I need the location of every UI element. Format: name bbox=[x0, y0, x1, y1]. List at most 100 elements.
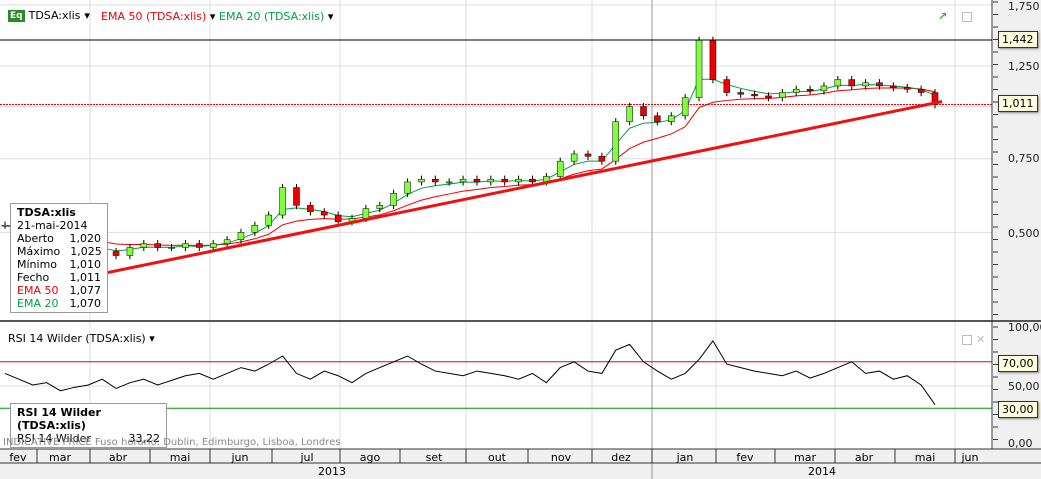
tooltip-row: Máximo 1,025 bbox=[17, 245, 102, 258]
candle-body bbox=[307, 205, 314, 213]
candle-body bbox=[334, 214, 342, 223]
trend-icon[interactable]: ↗ bbox=[938, 10, 947, 23]
candle-body bbox=[792, 88, 800, 93]
candle-body bbox=[723, 79, 731, 93]
candle-body bbox=[681, 97, 689, 117]
candle-body bbox=[876, 82, 883, 87]
month-label: mar bbox=[49, 451, 71, 464]
candle-body bbox=[529, 178, 536, 183]
tooltip-value: 1,070 bbox=[69, 297, 102, 310]
candle-body bbox=[501, 178, 508, 183]
month-label: set bbox=[425, 451, 443, 464]
tooltip-row: Aberto 1,020 bbox=[17, 232, 101, 245]
month-label: jan bbox=[676, 451, 694, 464]
candle-body bbox=[862, 82, 869, 87]
dropdown-icon[interactable]: ▾ bbox=[84, 9, 90, 22]
tooltip-value: 1,077 bbox=[69, 284, 102, 297]
candle-body bbox=[293, 187, 300, 206]
tooltip-value: 1,025 bbox=[70, 245, 102, 258]
candle-body bbox=[223, 239, 231, 244]
candle-body bbox=[112, 251, 120, 256]
candle-body bbox=[626, 106, 633, 122]
time-axis-background bbox=[0, 449, 1041, 479]
candle-body bbox=[209, 243, 217, 248]
price-tick: 0,500 bbox=[1008, 227, 1040, 240]
timezone-note: INDICATIVE PRICE Fuso horário: Dublin, E… bbox=[3, 437, 341, 448]
tooltip-label: Máximo bbox=[17, 245, 61, 258]
candle-body bbox=[584, 153, 592, 157]
candle-body bbox=[473, 178, 481, 183]
month-label: abr bbox=[108, 451, 128, 464]
tooltip-title: TDSA:xlis bbox=[17, 206, 76, 219]
rsi-tick: 50,00 bbox=[1008, 380, 1040, 393]
candle-body bbox=[418, 178, 425, 183]
month-label: ago bbox=[359, 451, 381, 464]
tooltip-label: Mínimo bbox=[17, 258, 58, 271]
candle-body bbox=[765, 95, 772, 98]
candle-body bbox=[640, 106, 647, 117]
candle-body bbox=[654, 115, 661, 122]
ema20-legend[interactable]: EMA 20 (TDSA:xlis) ▾ bbox=[219, 10, 333, 23]
year-label: 2014 bbox=[808, 465, 836, 478]
candle-body bbox=[737, 92, 744, 95]
year-label: 2013 bbox=[318, 465, 346, 478]
equity-icon: Eq bbox=[8, 9, 25, 22]
price-tick: 1,750 bbox=[1008, 0, 1040, 13]
candle-body bbox=[598, 156, 606, 162]
candle-body bbox=[487, 178, 495, 183]
candle-body bbox=[376, 205, 384, 209]
candle-body bbox=[459, 178, 467, 183]
trend-line bbox=[94, 100, 943, 277]
month-label: mar bbox=[794, 451, 816, 464]
dropdown-icon[interactable]: ▾ bbox=[149, 332, 155, 345]
maximize-icon[interactable] bbox=[962, 335, 972, 345]
candle-body bbox=[168, 247, 175, 249]
candle-body bbox=[265, 214, 272, 226]
candle-body bbox=[779, 92, 786, 98]
tooltip-value: 1,011 bbox=[69, 271, 102, 284]
ema50-legend[interactable]: EMA 50 (TDSA:xlis) ▾ bbox=[101, 10, 215, 23]
candle-body bbox=[903, 87, 911, 90]
rsi-tick: 30,00 bbox=[998, 401, 1038, 418]
rsi-legend[interactable]: RSI 14 Wilder (TDSA:xlis) ▾ bbox=[8, 332, 155, 345]
price-tick: 0,750 bbox=[1008, 152, 1040, 165]
candle-body bbox=[390, 193, 397, 206]
candle-body bbox=[140, 243, 148, 248]
dropdown-icon[interactable]: ▾ bbox=[328, 10, 334, 23]
tooltip-label: EMA 20 bbox=[17, 297, 59, 310]
symbol-legend[interactable]: Eq TDSA:xlis ▾ bbox=[8, 9, 90, 22]
month-label: fev bbox=[9, 451, 27, 464]
candle-body bbox=[445, 181, 453, 184]
month-label: nov bbox=[550, 451, 572, 464]
candle-body bbox=[556, 160, 564, 177]
candle-body bbox=[695, 40, 703, 98]
ema50-line bbox=[4, 87, 936, 247]
symbol-label: TDSA:xlis bbox=[28, 9, 81, 22]
rsi-line bbox=[4, 340, 936, 406]
candle-body bbox=[917, 88, 925, 93]
maximize-icon[interactable] bbox=[962, 12, 972, 22]
ohlc-tooltip: TDSA:xlis 21-mai-2014 Aberto 1,020 Máximo 1… bbox=[10, 203, 108, 313]
tooltip-row: EMA 20 1,070 bbox=[17, 297, 101, 310]
candle-body bbox=[196, 243, 203, 248]
tooltip-label: Aberto bbox=[17, 232, 54, 245]
high-price-tag: 1,442 bbox=[998, 31, 1038, 48]
tooltip-date: 21-mai-2014 bbox=[17, 219, 88, 232]
close-icon[interactable]: ✕ bbox=[976, 333, 985, 346]
month-label: jun bbox=[961, 451, 979, 464]
candle-body bbox=[279, 187, 286, 216]
candle-body bbox=[237, 232, 245, 240]
candle-body bbox=[154, 243, 161, 248]
rsi-tick: 0,00 bbox=[1008, 437, 1033, 450]
ema20-label: EMA 20 (TDSA:xlis) bbox=[219, 10, 325, 23]
rsi-tick: 100,00 bbox=[1008, 321, 1041, 334]
ema50-label: EMA 50 (TDSA:xlis) bbox=[101, 10, 207, 23]
tooltip-label: EMA 50 bbox=[17, 284, 59, 297]
candle-body bbox=[362, 208, 370, 219]
tooltip-value: 1,020 bbox=[69, 232, 102, 245]
dropdown-icon[interactable]: ▾ bbox=[210, 10, 216, 23]
month-label: fev bbox=[736, 451, 754, 464]
rsi-label: RSI 14 Wilder (TDSA:xlis) bbox=[8, 332, 146, 345]
candle-body bbox=[321, 211, 328, 216]
month-label: out bbox=[487, 451, 506, 464]
